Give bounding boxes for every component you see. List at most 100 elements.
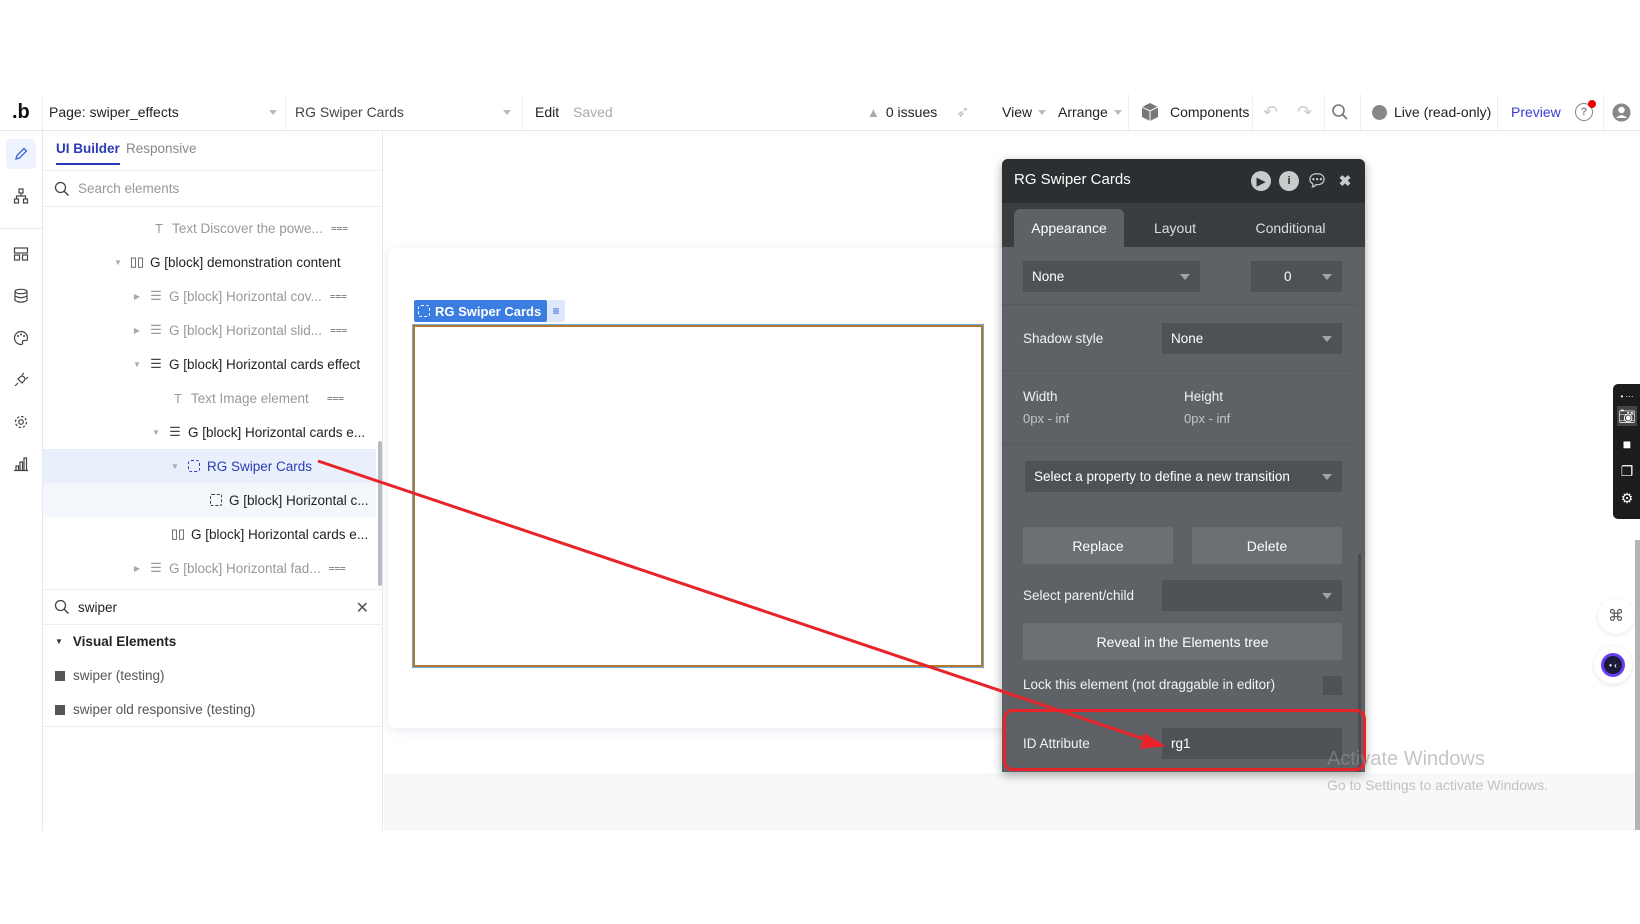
tree-item[interactable]: ▼ ▯▯ G [block] demonstration content bbox=[43, 245, 376, 279]
clear-search-icon[interactable]: ✕ bbox=[356, 598, 369, 618]
repeating-group-selection[interactable] bbox=[412, 324, 984, 668]
live-status-label: Live (read-only) bbox=[1394, 104, 1492, 120]
tab-appearance[interactable]: Appearance bbox=[1014, 209, 1124, 247]
arrange-menu[interactable]: Arrange bbox=[1058, 94, 1122, 130]
hidden-eye-icon[interactable]: ⩶ bbox=[330, 291, 347, 302]
property-editor-title: RG Swiper Cards bbox=[1014, 171, 1131, 188]
bubble-logo[interactable]: .b bbox=[12, 94, 30, 130]
caret-down-icon: ▼ bbox=[55, 637, 63, 646]
plugins-tab[interactable] bbox=[6, 365, 36, 395]
comment-icon[interactable]: 💬︎ bbox=[1306, 171, 1328, 191]
page-selector-label: Page: swiper_effects bbox=[49, 104, 179, 120]
delete-button[interactable]: Delete bbox=[1192, 527, 1342, 564]
border-width-value: 0 bbox=[1284, 269, 1292, 284]
search-button[interactable] bbox=[1331, 94, 1349, 130]
live-status[interactable]: Live (read-only) bbox=[1372, 94, 1491, 130]
height-value[interactable]: 0px - inf bbox=[1184, 411, 1230, 426]
caret-right-icon[interactable]: ▶ bbox=[132, 326, 142, 335]
property-editor: RG Swiper Cards ▶ i 💬︎ ✖ Appearance Layo… bbox=[1002, 159, 1365, 772]
width-value[interactable]: 0px - inf bbox=[1023, 411, 1069, 426]
close-icon[interactable]: ✖ bbox=[1335, 171, 1355, 191]
tab-responsive[interactable]: Responsive bbox=[126, 141, 197, 156]
border-style-select[interactable]: None bbox=[1023, 261, 1200, 292]
issues-button[interactable]: ▲ 0 issues bbox=[867, 94, 937, 130]
caret-down-icon[interactable]: ▼ bbox=[151, 428, 161, 437]
redo-icon[interactable]: ↷ bbox=[1297, 94, 1312, 130]
tree-item[interactable]: T Text Image element ⩶ bbox=[43, 381, 376, 415]
caret-down-icon[interactable]: ▼ bbox=[113, 258, 123, 267]
assistant-button[interactable]: • ‹ bbox=[1594, 646, 1632, 684]
preview-link[interactable]: Preview bbox=[1511, 94, 1561, 130]
more-icon[interactable]: • ⋯ bbox=[1617, 386, 1637, 406]
tree-item[interactable]: ▶ ☰ G [block] Horizontal fad... ⩶ bbox=[43, 551, 376, 585]
hidden-eye-icon[interactable]: ⩶ bbox=[329, 563, 346, 574]
styles-tab[interactable] bbox=[6, 323, 36, 353]
caret-down-icon[interactable]: ▼ bbox=[132, 360, 142, 369]
border-width-select[interactable]: 0 bbox=[1251, 261, 1342, 292]
element-selector[interactable]: RG Swiper Cards bbox=[295, 94, 515, 130]
caret-right-icon[interactable]: ▶ bbox=[132, 564, 142, 573]
search-elements-input[interactable] bbox=[78, 181, 338, 196]
camera-icon[interactable]: 📷︎ bbox=[1617, 406, 1637, 426]
tree-item[interactable]: ▼ ☰ G [block] Horizontal cards effect bbox=[43, 347, 376, 381]
styles-layout-tab[interactable] bbox=[6, 239, 36, 269]
database-icon[interactable]: ≡ bbox=[547, 300, 565, 322]
tree-item[interactable]: ▶ ☰ G [block] Horizontal slid... ⩶ bbox=[43, 313, 376, 347]
visual-element-item[interactable]: swiper old responsive (testing) bbox=[55, 702, 255, 717]
selected-element-tag[interactable]: RG Swiper Cards bbox=[414, 300, 548, 322]
help-button[interactable]: ? bbox=[1575, 94, 1596, 130]
tree-item[interactable]: ▯▯ G [block] Horizontal cards e... bbox=[43, 517, 376, 551]
screens-icon[interactable]: ❐ bbox=[1617, 461, 1637, 481]
tab-layout[interactable]: Layout bbox=[1130, 209, 1220, 247]
parent-child-select[interactable] bbox=[1162, 580, 1342, 611]
left-nav-rail bbox=[0, 131, 43, 831]
lock-element-checkbox[interactable] bbox=[1323, 676, 1342, 695]
tree-item[interactable]: ▼ ☰ G [block] Horizontal cards e... bbox=[43, 415, 376, 449]
logs-tab[interactable] bbox=[6, 449, 36, 479]
database-icon bbox=[14, 288, 28, 303]
transition-select[interactable]: Select a property to define a new transi… bbox=[1025, 461, 1342, 492]
play-icon[interactable]: ▶ bbox=[1251, 171, 1271, 191]
tree-item[interactable]: T Text Discover the powe... ⩶ bbox=[43, 211, 376, 245]
undo-icon[interactable]: ↶ bbox=[1263, 94, 1278, 130]
workflow-tab[interactable] bbox=[6, 181, 36, 211]
palette-search-input[interactable] bbox=[78, 599, 328, 615]
tree-item-selected[interactable]: ▼ RG Swiper Cards bbox=[43, 449, 376, 483]
property-editor-scrollbar[interactable] bbox=[1358, 554, 1361, 772]
tree-item[interactable]: ▶ ☰ G [block] Horizontal cov... ⩶ bbox=[43, 279, 376, 313]
caret-right-icon[interactable]: ▶ bbox=[132, 292, 142, 301]
id-attribute-input[interactable] bbox=[1162, 728, 1342, 759]
inspect-cursor-icon[interactable]: ➶ bbox=[956, 94, 969, 130]
hidden-eye-icon[interactable]: ⩶ bbox=[327, 393, 344, 404]
design-tab[interactable] bbox=[6, 139, 36, 169]
chevron-down-icon bbox=[1322, 474, 1332, 480]
tab-ui-builder[interactable]: UI Builder bbox=[56, 141, 120, 165]
settings-tab[interactable] bbox=[6, 407, 36, 437]
reveal-in-tree-button[interactable]: Reveal in the Elements tree bbox=[1023, 623, 1342, 660]
apps-grid-icon[interactable]: ⌘ bbox=[1598, 598, 1634, 634]
page-scrollbar[interactable] bbox=[1635, 540, 1640, 830]
shadow-style-select[interactable]: None bbox=[1162, 323, 1342, 354]
hidden-eye-icon[interactable]: ⩶ bbox=[330, 325, 347, 336]
tab-conditional[interactable]: Conditional bbox=[1228, 209, 1353, 247]
repeating-group-icon bbox=[186, 460, 202, 472]
caret-down-icon[interactable]: ▼ bbox=[170, 462, 180, 471]
visual-elements-group[interactable]: ▼ Visual Elements bbox=[55, 634, 176, 649]
data-tab[interactable] bbox=[6, 281, 36, 311]
tree-scrollbar[interactable] bbox=[378, 441, 382, 586]
help-icon: ? bbox=[1575, 100, 1596, 121]
visual-element-item[interactable]: swiper (testing) bbox=[55, 668, 165, 683]
gear-icon[interactable]: ⚙ bbox=[1617, 488, 1637, 508]
edit-mode[interactable]: Edit bbox=[535, 94, 559, 130]
video-icon[interactable]: ■ bbox=[1617, 434, 1637, 454]
account-button[interactable] bbox=[1612, 94, 1631, 130]
info-icon[interactable]: i bbox=[1279, 171, 1299, 191]
hidden-eye-icon[interactable]: ⩶ bbox=[331, 223, 348, 234]
view-menu[interactable]: View bbox=[1002, 94, 1047, 130]
replace-button[interactable]: Replace bbox=[1023, 527, 1173, 564]
page-selector[interactable]: Page: swiper_effects bbox=[49, 94, 281, 130]
property-editor-header[interactable]: RG Swiper Cards ▶ i 💬︎ ✖ bbox=[1002, 159, 1365, 203]
tree-item[interactable]: G [block] Horizontal c... bbox=[43, 483, 376, 517]
activation-watermark-title: Activate Windows bbox=[1327, 748, 1485, 770]
components-button[interactable]: Components bbox=[1140, 94, 1249, 130]
